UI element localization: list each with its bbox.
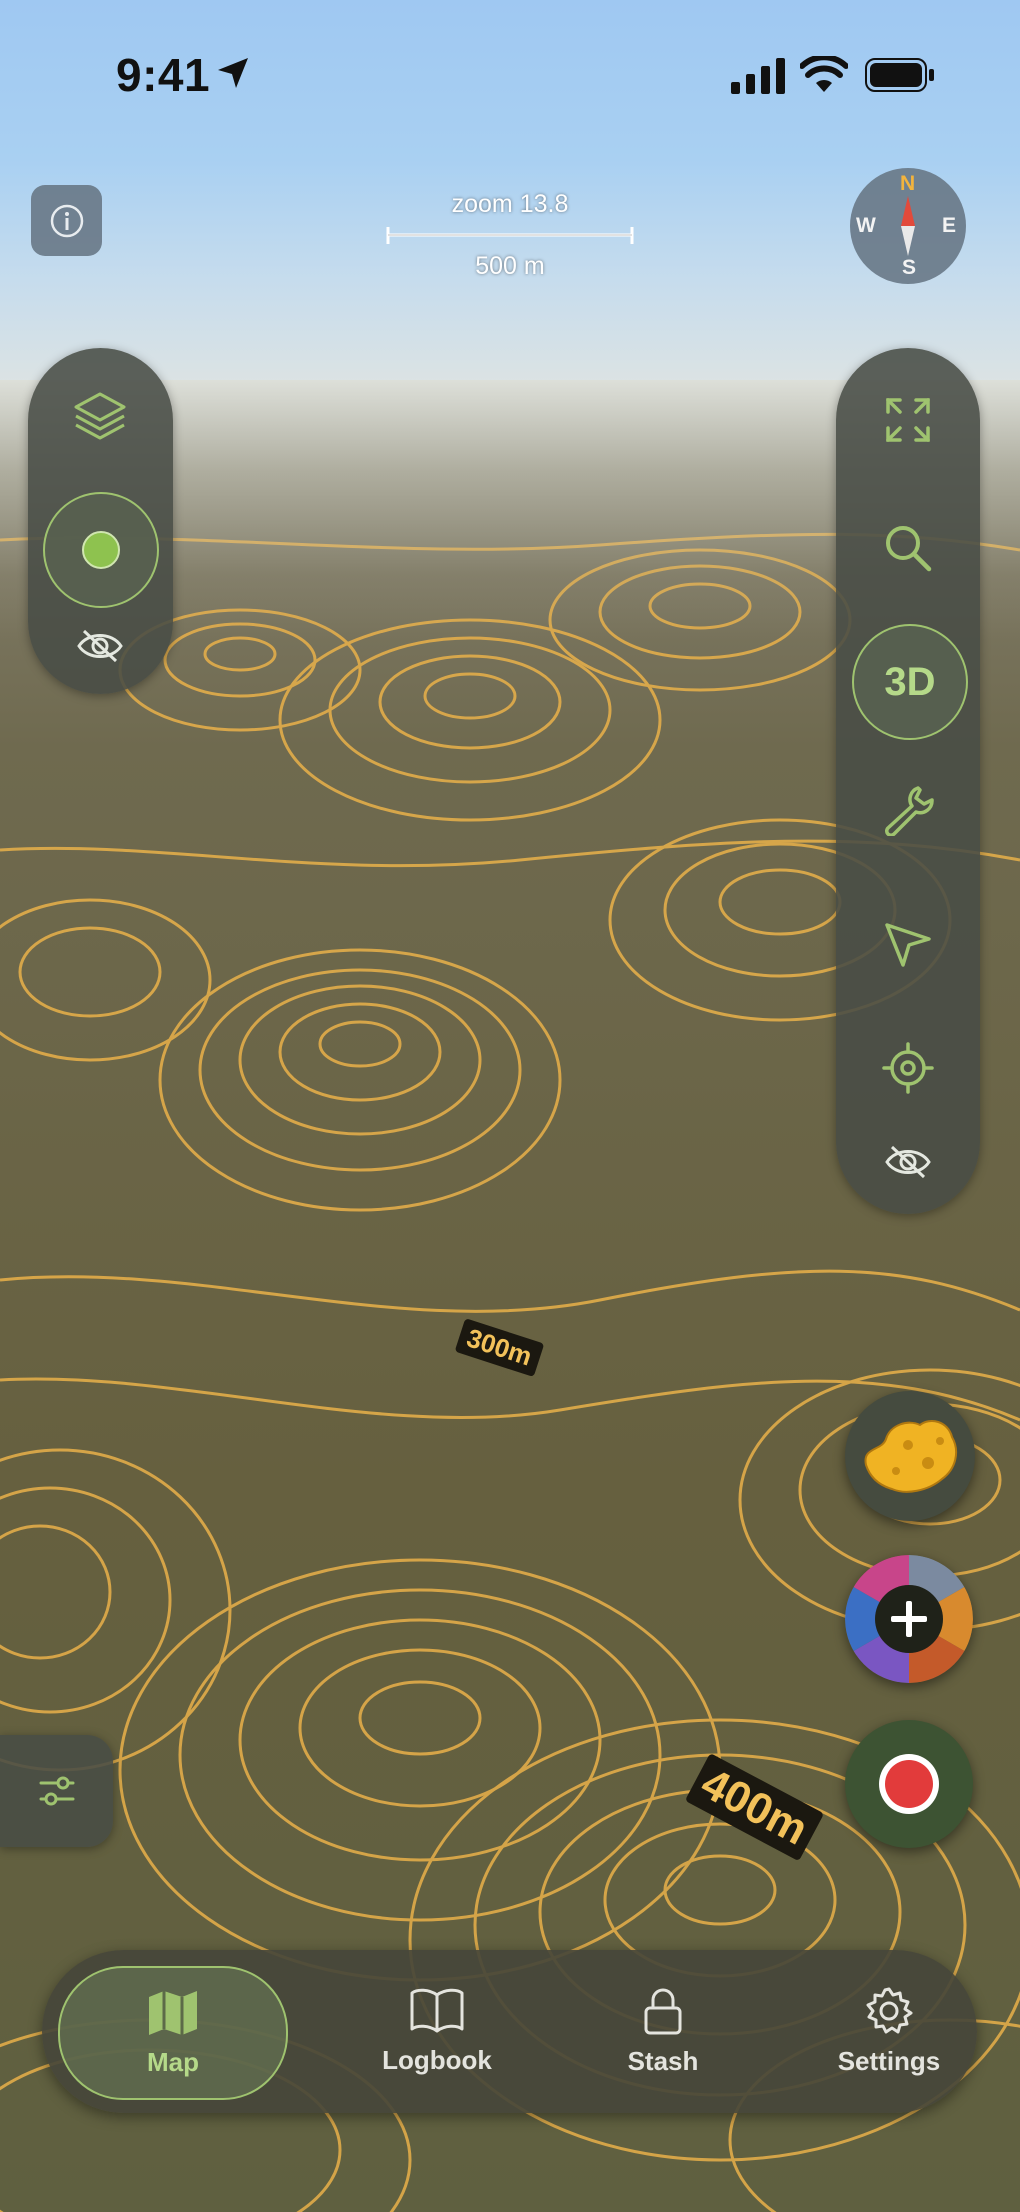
navigate-button[interactable] (872, 908, 944, 980)
tab-label: Map (147, 2046, 199, 2077)
status-time: 9:41 (116, 49, 211, 101)
expand-icon (886, 398, 930, 442)
scale-bar (386, 227, 634, 244)
compass-south: S (902, 256, 917, 279)
location-arrow-icon (218, 58, 248, 88)
wrench-icon (885, 786, 934, 836)
filter-settings-button[interactable] (0, 1735, 113, 1847)
zoom-level-label: zoom 13.8 (451, 190, 569, 218)
hide-controls-button[interactable] (872, 1132, 944, 1192)
layers-icon (74, 392, 126, 440)
tab-logbook[interactable]: Logbook (324, 1950, 550, 2113)
locate-me-button[interactable] (872, 1032, 944, 1104)
3d-label: 3D (884, 659, 936, 704)
gold-nugget-icon (864, 1420, 958, 1493)
scale-distance-label: 500 m (475, 252, 545, 280)
tab-label: Logbook (382, 2045, 492, 2075)
tab-settings[interactable]: Settings (776, 1950, 1002, 2113)
eye-slash-icon (77, 629, 123, 663)
crosshair-icon (882, 1042, 934, 1094)
fullscreen-button[interactable] (872, 384, 944, 456)
map-scale: zoom 13.8 500 m (385, 190, 635, 280)
tab-bar: Map Logbook Stash Settings (42, 1950, 977, 2113)
tracking-toggle[interactable] (43, 492, 159, 608)
map-icon (149, 1990, 197, 2035)
battery-icon (865, 58, 934, 92)
gear-icon (866, 1987, 913, 2034)
hide-overlays-button[interactable] (64, 616, 136, 676)
tracking-dot-icon (82, 531, 120, 569)
nugget-button[interactable] (845, 1391, 975, 1521)
add-waypoint-button[interactable] (845, 1555, 973, 1683)
navigation-arrow-icon (885, 923, 931, 967)
eye-slash-icon (885, 1145, 931, 1179)
tab-label: Settings (837, 2046, 941, 2076)
cellular-signal-icon (731, 58, 785, 94)
sliders-icon (39, 1776, 74, 1806)
compass-west: W (856, 214, 876, 237)
tab-label: Stash (627, 2046, 699, 2076)
search-icon (886, 526, 932, 572)
compass-north: N (900, 172, 916, 195)
wifi-icon (800, 56, 848, 92)
info-button[interactable] (31, 185, 102, 256)
left-map-controls (28, 348, 173, 694)
info-icon (50, 204, 83, 237)
lock-icon (644, 1988, 682, 2035)
color-wheel-icon (845, 1555, 973, 1683)
compass-button[interactable]: N E S W (850, 168, 966, 284)
compass-east: E (942, 214, 957, 237)
tools-button[interactable] (872, 774, 944, 846)
tab-stash[interactable]: Stash (550, 1950, 776, 2113)
right-map-controls: 3D (836, 348, 980, 1214)
3d-toggle-button[interactable]: 3D (852, 624, 968, 740)
record-icon (879, 1754, 939, 1814)
tab-map[interactable]: Map (58, 1966, 288, 2100)
record-track-button[interactable] (845, 1720, 973, 1848)
compass-needle-icon (901, 196, 915, 256)
book-icon (410, 1988, 464, 2033)
search-button[interactable] (872, 512, 944, 584)
layers-button[interactable] (64, 380, 136, 452)
